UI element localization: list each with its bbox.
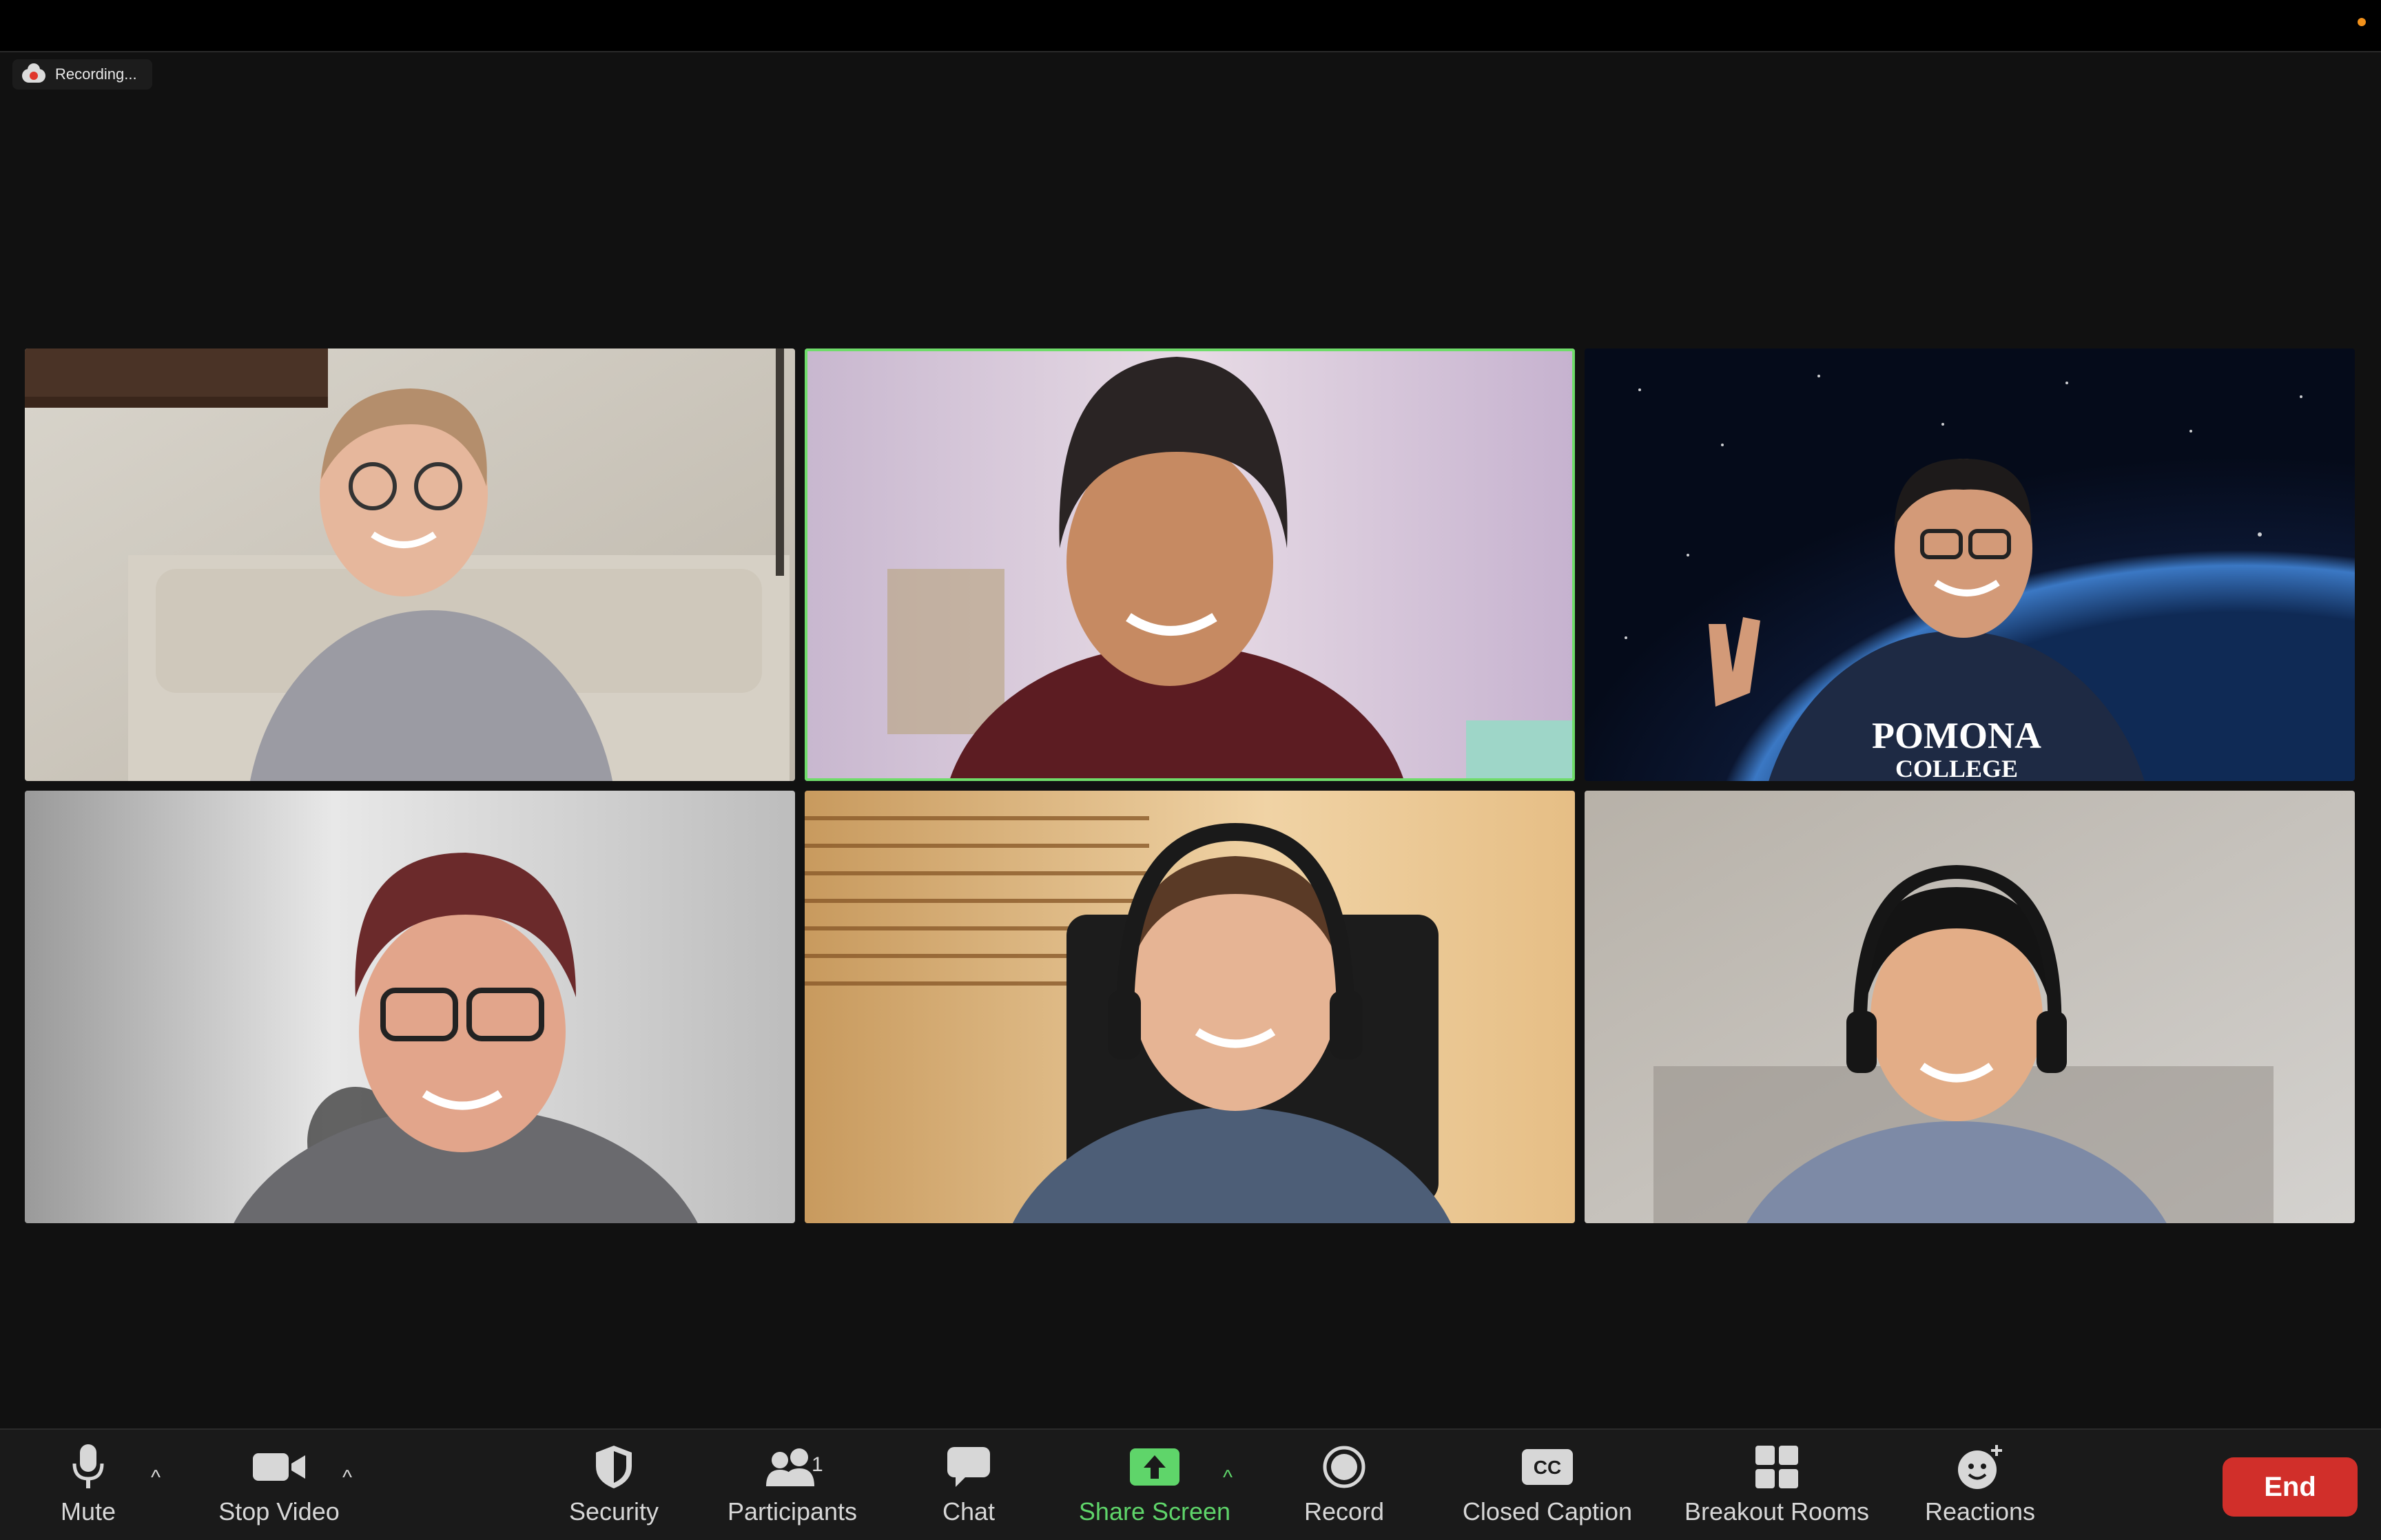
record-icon xyxy=(1322,1439,1366,1495)
title-bar xyxy=(0,0,2381,52)
participant-6-video xyxy=(1585,791,2355,1223)
chat-button[interactable]: Chat xyxy=(934,1439,1003,1530)
grid-icon xyxy=(1754,1439,1800,1495)
zoom-meeting-window: Recording... POMONA COLLEGE Mute ^ Stop … xyxy=(0,0,2381,1540)
audio-options-caret[interactable]: ^ xyxy=(142,1464,169,1492)
recording-indicator[interactable]: Recording... xyxy=(12,59,152,90)
participant-2-video xyxy=(805,348,1575,781)
video-camera-icon xyxy=(251,1439,307,1495)
participant-4-video xyxy=(25,791,795,1223)
share-screen-label: Share Screen xyxy=(1078,1497,1231,1526)
meeting-toolbar: Mute ^ Stop Video ^ Security Participant… xyxy=(0,1428,2381,1540)
mute-button[interactable]: Mute xyxy=(47,1439,130,1530)
microphone-icon xyxy=(71,1439,105,1495)
participant-1-video xyxy=(25,348,795,781)
video-tile-participant-3[interactable]: POMONA COLLEGE xyxy=(1585,348,2355,781)
share-options-caret[interactable]: ^ xyxy=(1214,1464,1241,1492)
closed-caption-icon: CC xyxy=(1521,1439,1574,1495)
video-tile-participant-6[interactable] xyxy=(1585,791,2355,1223)
recording-label: Recording... xyxy=(55,65,137,83)
video-options-caret[interactable]: ^ xyxy=(333,1464,361,1492)
closed-caption-button[interactable]: CC Closed Caption xyxy=(1452,1439,1642,1530)
participant-count: 1 xyxy=(812,1453,823,1476)
closed-caption-label: Closed Caption xyxy=(1462,1497,1633,1526)
participants-label: Participants xyxy=(727,1497,858,1526)
video-tile-participant-2[interactable] xyxy=(805,348,1575,781)
stop-video-button[interactable]: Stop Video xyxy=(207,1439,351,1530)
breakout-rooms-button[interactable]: Breakout Rooms xyxy=(1677,1439,1877,1530)
video-tile-participant-1[interactable] xyxy=(25,348,795,781)
video-gallery: POMONA COLLEGE xyxy=(25,348,2356,1225)
participant-3-video: POMONA COLLEGE xyxy=(1585,348,2355,781)
reactions-label: Reactions xyxy=(1924,1497,2036,1526)
cloud-recording-icon xyxy=(22,63,45,83)
smiley-plus-icon xyxy=(1955,1439,2005,1495)
mic-indicator-dot xyxy=(2358,18,2366,26)
share-screen-icon xyxy=(1128,1439,1181,1495)
mute-label: Mute xyxy=(60,1497,116,1526)
security-label: Security xyxy=(568,1497,659,1526)
video-tile-participant-4[interactable] xyxy=(25,791,795,1223)
svg-text:CC: CC xyxy=(1534,1457,1561,1478)
video-tile-participant-5[interactable] xyxy=(805,791,1575,1223)
security-button[interactable]: Security xyxy=(555,1439,672,1530)
shirt-text: POMONA xyxy=(1872,715,2041,756)
participant-5-video xyxy=(805,791,1575,1223)
svg-text:COLLEGE: COLLEGE xyxy=(1895,755,2018,781)
chat-bubble-icon xyxy=(946,1439,991,1495)
breakout-rooms-label: Breakout Rooms xyxy=(1684,1497,1870,1526)
chat-label: Chat xyxy=(942,1497,996,1526)
reactions-button[interactable]: Reactions xyxy=(1918,1439,2042,1530)
record-button[interactable]: Record xyxy=(1299,1439,1389,1530)
shield-icon xyxy=(593,1439,635,1495)
record-label: Record xyxy=(1303,1497,1385,1526)
end-meeting-button[interactable]: End xyxy=(2223,1457,2358,1517)
participants-button[interactable]: Participants xyxy=(717,1439,868,1530)
stop-video-label: Stop Video xyxy=(218,1497,340,1526)
